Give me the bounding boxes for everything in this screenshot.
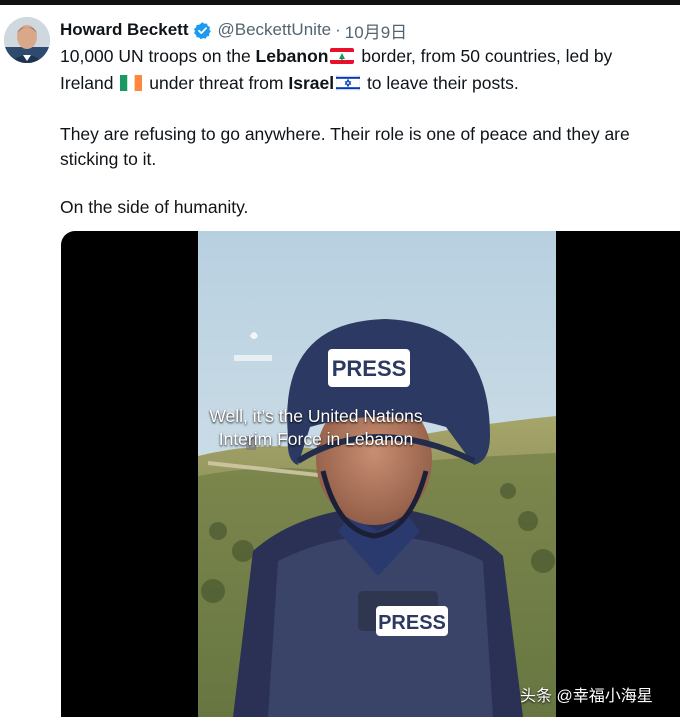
source-watermark: 头条 @幸福小海星	[520, 688, 653, 705]
tweet-paragraph-2: They are refusing to go anywhere. Their …	[60, 124, 630, 169]
ireland-flag-icon	[120, 73, 143, 98]
tweet-video[interactable]: PRESS PRESS	[61, 231, 680, 717]
tweet-paragraph-1: 10,000 UN troops on the Lebanon border, …	[60, 44, 672, 98]
tweet-paragraph-3: On the side of humanity.	[60, 197, 249, 217]
lebanon-word: Lebanon	[255, 46, 329, 66]
tweet-date[interactable]: 10月9日	[345, 18, 407, 43]
lebanon-flag-icon	[330, 46, 355, 71]
text-segment: 10,000 UN troops on the	[60, 46, 256, 66]
verified-badge-icon	[193, 21, 212, 40]
top-bar	[0, 0, 680, 5]
video-caption: Well, it’s the United Nations Interim Fo…	[137, 405, 495, 451]
vest-press-label: PRESS	[378, 612, 446, 634]
author-avatar[interactable]	[4, 17, 50, 63]
caption-line-1: Well, it’s the United Nations	[209, 406, 423, 426]
author-handle[interactable]: @BeckettUnite	[217, 20, 331, 40]
text-segment: under threat from	[144, 73, 289, 93]
tweet-header: Howard Beckett @BeckettUnite · 10月9日	[60, 18, 407, 42]
tweet-text: 10,000 UN troops on the Lebanon border, …	[60, 44, 672, 220]
author-name[interactable]: Howard Beckett	[60, 20, 188, 40]
text-segment: to leave their posts.	[362, 73, 519, 93]
caption-line-2: Interim Force in Lebanon	[218, 429, 414, 449]
separator-dot: ·	[335, 20, 341, 39]
israel-flag-icon	[335, 73, 361, 98]
helmet-press-label: PRESS	[332, 356, 407, 381]
video-frame[interactable]: PRESS PRESS	[198, 231, 556, 717]
text-segment: Ireland	[60, 73, 119, 93]
israel-word: Israel	[288, 73, 335, 93]
text-segment: border, from 50 countries, led by	[356, 46, 613, 66]
